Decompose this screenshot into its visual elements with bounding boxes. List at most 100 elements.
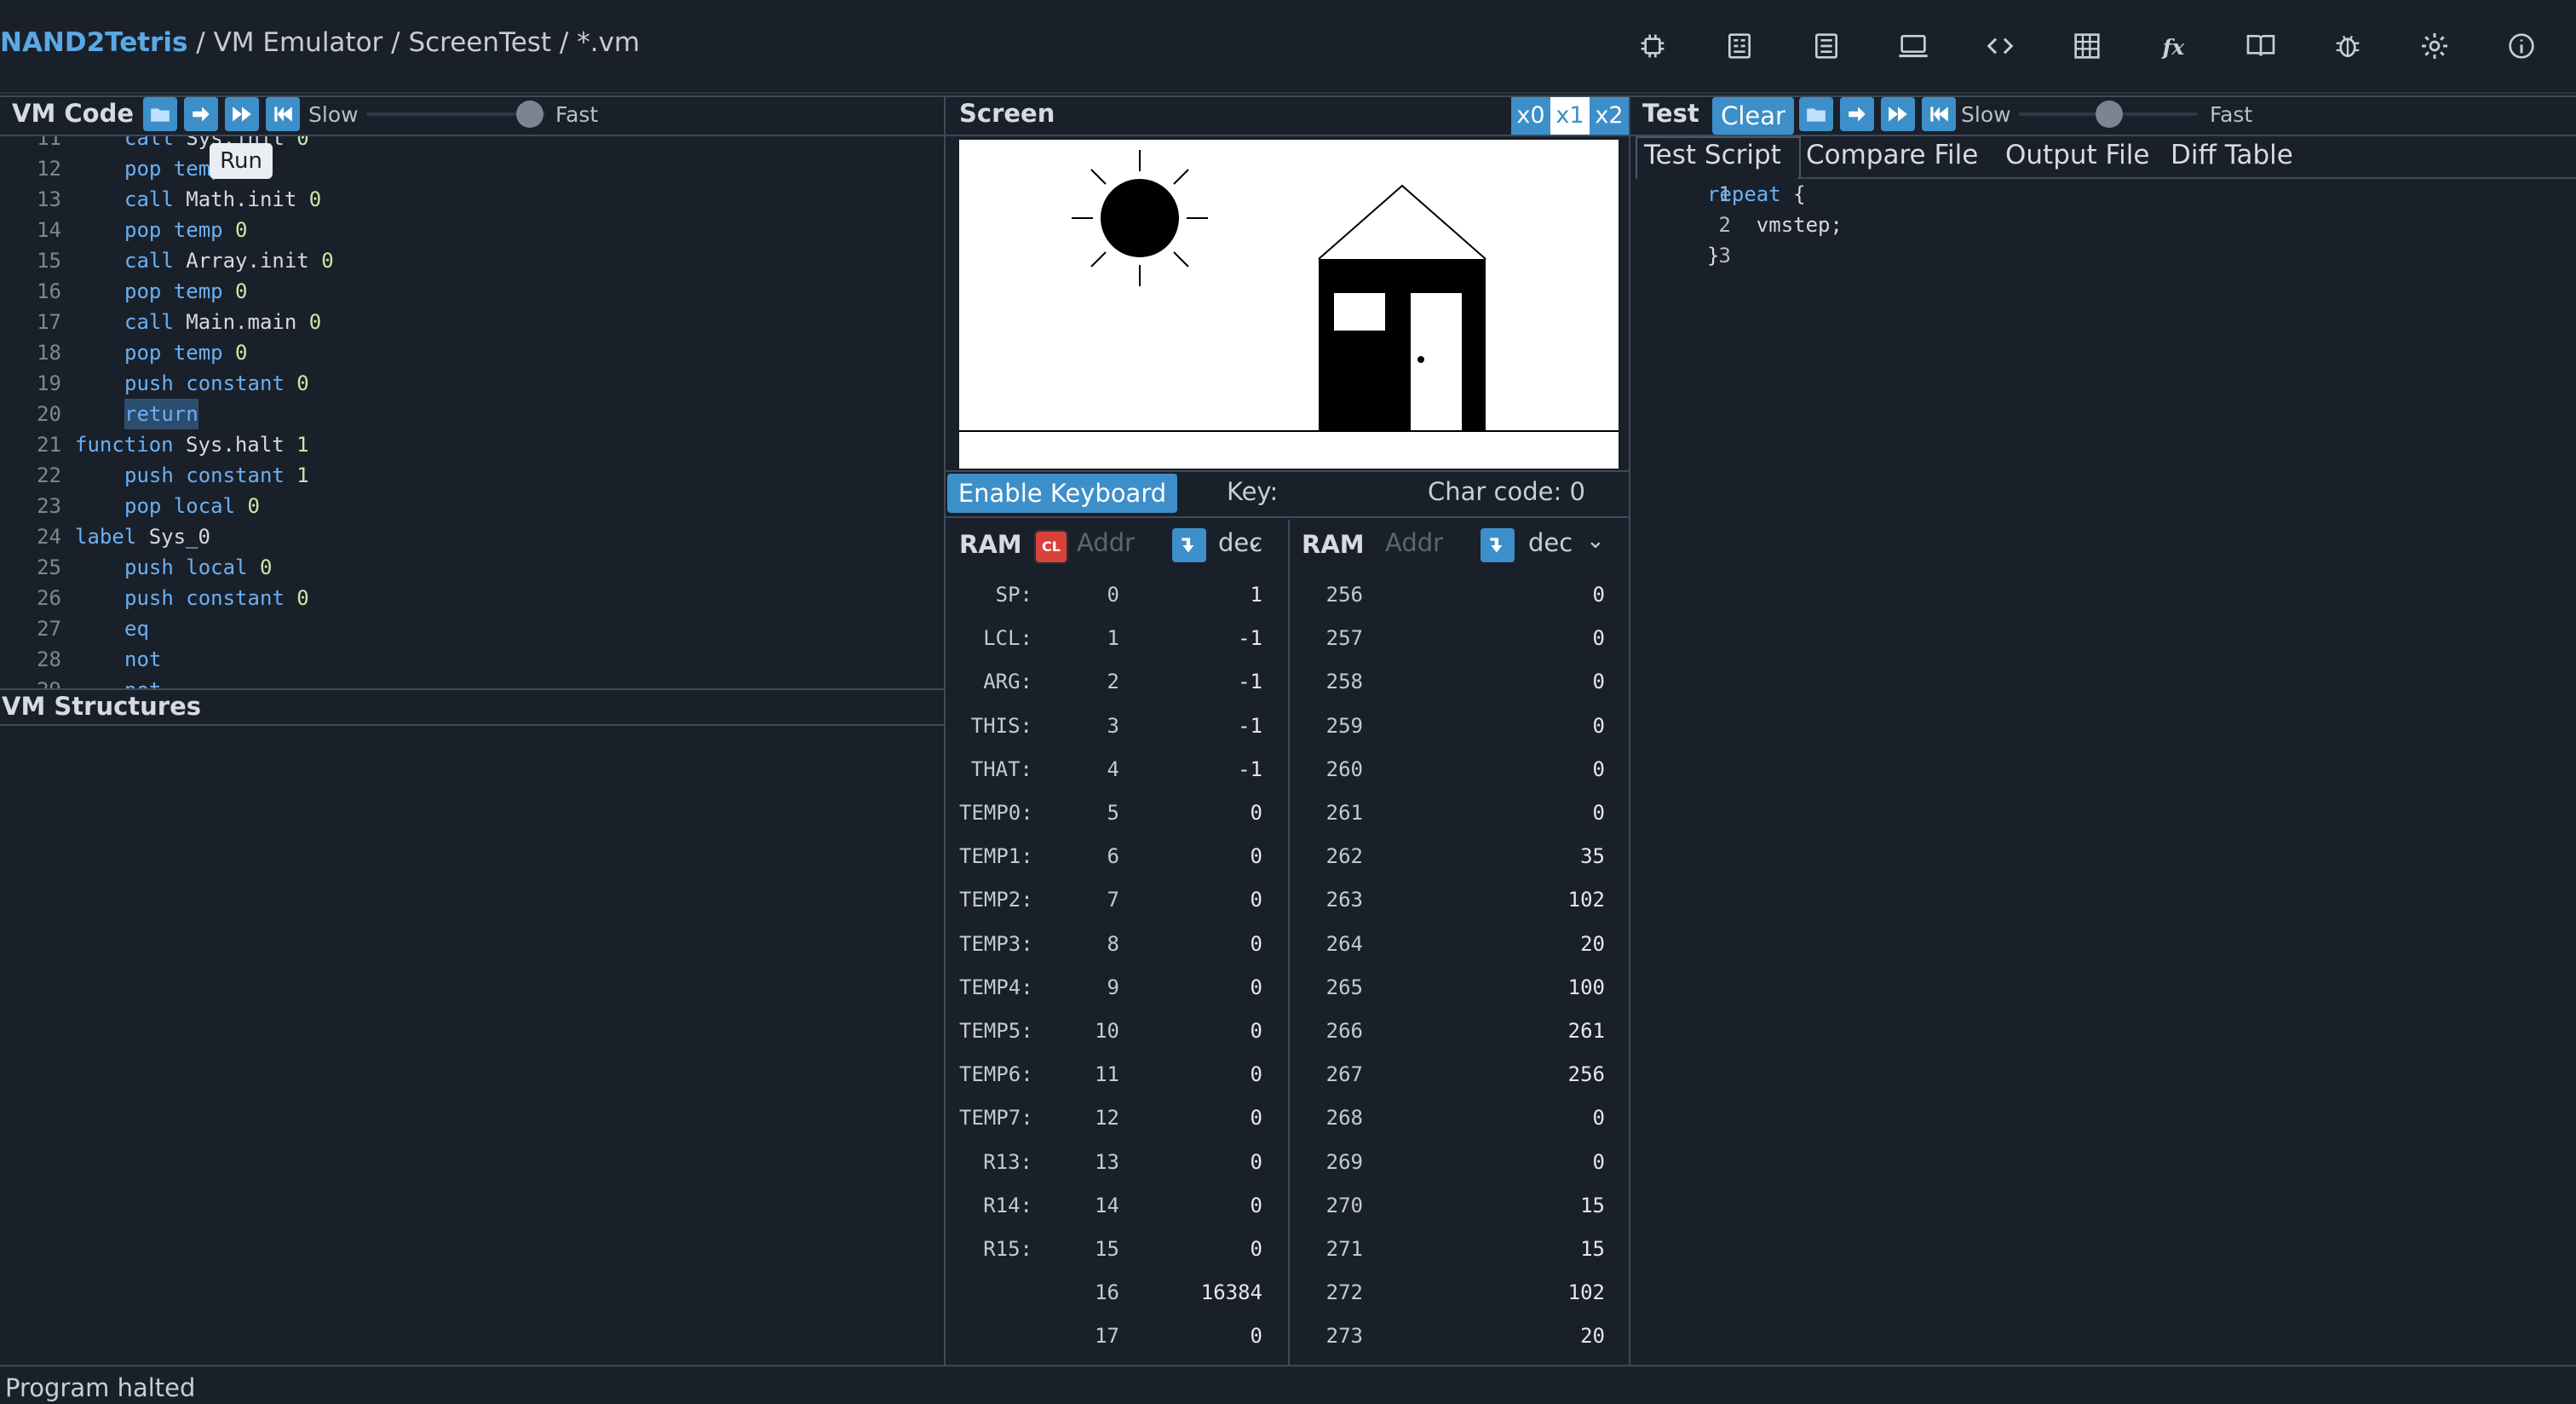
speed-x2-button[interactable]: x2 xyxy=(1590,97,1629,135)
tab-output-file[interactable]: Output File xyxy=(2005,140,2149,170)
ram-value[interactable]: 0 xyxy=(1516,666,1605,697)
step-button[interactable] xyxy=(184,97,218,131)
ram-value[interactable]: 0 xyxy=(1516,579,1605,610)
ram-address: 264 xyxy=(1325,931,1363,956)
ram-value[interactable]: 0 xyxy=(1176,1147,1262,1177)
ram-value[interactable]: 0 xyxy=(1176,841,1262,872)
ram-value[interactable]: 15 xyxy=(1516,1190,1605,1221)
ram-value[interactable]: 0 xyxy=(1176,1190,1262,1221)
ram-value[interactable]: 102 xyxy=(1516,1277,1605,1308)
bug-button[interactable] xyxy=(2331,29,2365,63)
book-button[interactable] xyxy=(2244,29,2278,63)
ram-value[interactable]: 0 xyxy=(1516,1102,1605,1133)
ram-value[interactable]: 20 xyxy=(1516,929,1605,959)
ram-value[interactable]: 35 xyxy=(1516,841,1605,872)
run-button[interactable] xyxy=(225,97,259,131)
ram-value[interactable]: 0 xyxy=(1516,711,1605,741)
test-script-editor[interactable]: 1 repeat {2 vmstep; 3} xyxy=(1630,179,2574,1363)
reset-button[interactable] xyxy=(266,97,300,131)
info-button[interactable] xyxy=(2504,29,2539,63)
code-token: 0 xyxy=(247,494,260,518)
test-step-button[interactable] xyxy=(1840,97,1874,131)
ram-address: 6 xyxy=(1107,844,1119,869)
speed-slider-knob[interactable] xyxy=(516,101,543,128)
ram-value[interactable]: -1 xyxy=(1176,666,1262,697)
ram-value[interactable]: 261 xyxy=(1516,1016,1605,1046)
list-button[interactable] xyxy=(1809,29,1843,63)
ram-value[interactable]: 0 xyxy=(1176,884,1262,915)
ram-value[interactable]: 0 xyxy=(1176,1016,1262,1046)
code-text: not xyxy=(124,644,161,675)
speed-x0-button[interactable]: x0 xyxy=(1511,97,1550,135)
load-test-button[interactable] xyxy=(1799,97,1833,131)
function-button[interactable]: fx xyxy=(2157,29,2191,63)
ram-value[interactable]: 100 xyxy=(1516,972,1605,1003)
speed-x1-button[interactable]: x1 xyxy=(1550,97,1590,135)
ram-value[interactable]: 0 xyxy=(1176,929,1262,959)
ram-value[interactable]: 0 xyxy=(1516,797,1605,828)
code-token: eq xyxy=(124,617,149,641)
ram-value[interactable]: 15 xyxy=(1516,1234,1605,1264)
vm-code-editor[interactable]: 11call Sys.init 012pop temp 013call Math… xyxy=(0,136,944,688)
ram2-addr-input[interactable]: Addr xyxy=(1385,528,1443,557)
code-line: 28 not xyxy=(0,644,937,675)
line-number: 22 xyxy=(37,463,61,487)
ram-value[interactable]: 0 xyxy=(1176,797,1262,828)
rom-button[interactable] xyxy=(1722,29,1757,63)
tab-test-script[interactable]: Test Script xyxy=(1644,140,1781,170)
code-line: 18 pop temp 0 xyxy=(0,337,937,368)
ram-jump-button[interactable] xyxy=(1172,528,1206,562)
chip-button[interactable] xyxy=(1636,29,1670,63)
ram-value[interactable]: -1 xyxy=(1176,623,1262,653)
line-number: 19 xyxy=(37,371,61,395)
ram-value[interactable]: 0 xyxy=(1176,1102,1262,1133)
gear-button[interactable] xyxy=(2418,29,2452,63)
code-line: 20 return xyxy=(0,399,937,429)
ram-value[interactable]: 256 xyxy=(1516,1059,1605,1090)
code-token: pop temp xyxy=(124,279,236,303)
line-number: 13 xyxy=(37,187,61,211)
code-line: 26 push constant 0 xyxy=(0,583,937,613)
ram-value[interactable]: 0 xyxy=(1176,1234,1262,1264)
code-button[interactable] xyxy=(1983,29,2017,63)
ram-value[interactable]: 20 xyxy=(1516,1321,1605,1351)
ram-value[interactable]: -1 xyxy=(1176,711,1262,741)
ram2-jump-button[interactable] xyxy=(1481,528,1515,562)
ram-value[interactable]: 1 xyxy=(1176,579,1262,610)
clear-test-button[interactable]: Clear xyxy=(1712,97,1794,135)
ram-value[interactable]: 0 xyxy=(1176,1059,1262,1090)
status-message: Program halted xyxy=(5,1373,196,1402)
ram-address: 15 xyxy=(1095,1237,1119,1261)
code-text: call Array.init 0 xyxy=(124,245,334,276)
test-speed-slider-knob[interactable] xyxy=(2096,101,2123,128)
test-speed-slow-label: Slow xyxy=(1961,102,2011,127)
monitor-icon xyxy=(1899,35,1928,58)
enable-keyboard-button[interactable]: Enable Keyboard xyxy=(947,474,1177,513)
tab-compare-file[interactable]: Compare File xyxy=(1806,140,1978,170)
breadcrumb-home-link[interactable]: NAND2Tetris xyxy=(0,27,187,58)
test-reset-button[interactable] xyxy=(1922,97,1956,131)
ram-value[interactable]: 0 xyxy=(1516,623,1605,653)
ram-value[interactable]: -1 xyxy=(1176,754,1262,785)
clear-ram-button[interactable]: CL xyxy=(1034,530,1068,564)
load-program-button[interactable] xyxy=(143,97,177,131)
ram-value[interactable]: 0 xyxy=(1176,972,1262,1003)
ram-value[interactable]: 0 xyxy=(1516,754,1605,785)
tab-diff-table[interactable]: Diff Table xyxy=(2171,140,2293,170)
grid-button[interactable] xyxy=(2070,29,2104,63)
code-token: call xyxy=(124,249,187,273)
ram-value[interactable]: 0 xyxy=(1176,1321,1262,1351)
ram-addr-input[interactable]: Addr xyxy=(1077,528,1135,557)
code-token: { xyxy=(1780,182,1806,206)
ram-value[interactable]: 102 xyxy=(1516,884,1605,915)
test-run-button[interactable] xyxy=(1881,97,1915,131)
code-text: vmstep; xyxy=(1707,210,1843,240)
ram-value[interactable]: 0 xyxy=(1516,1147,1605,1177)
ram-register-label: TEMP0: xyxy=(959,801,1033,825)
ram2-format-select[interactable]: dec xyxy=(1528,528,1573,557)
ram-address: 267 xyxy=(1325,1062,1363,1087)
ram-value[interactable]: 16384 xyxy=(1176,1277,1262,1308)
monitor-button[interactable] xyxy=(1896,29,1930,63)
code-token: pop local xyxy=(124,494,248,518)
line-number: 12 xyxy=(37,157,61,181)
